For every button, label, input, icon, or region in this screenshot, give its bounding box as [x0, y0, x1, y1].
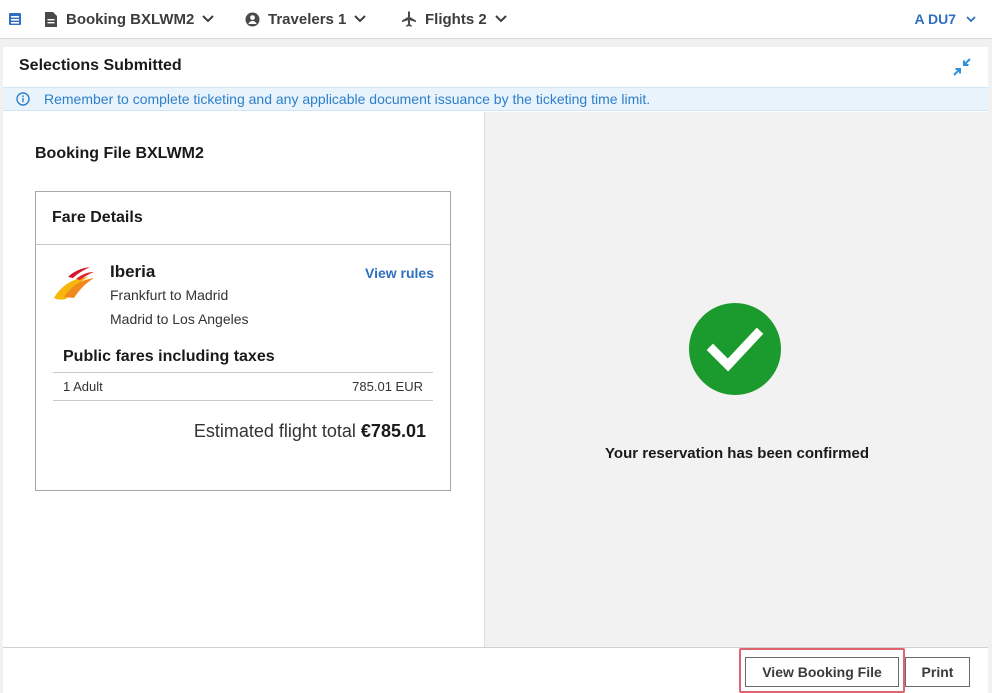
airline-logo	[54, 267, 94, 300]
chevron-down-icon	[202, 15, 215, 23]
info-banner: Remember to complete ticketing and any a…	[3, 87, 988, 111]
fare-amount: 785.01 EUR	[352, 379, 423, 394]
fares-heading: Public fares including taxes	[63, 348, 275, 365]
airline-name: Iberia	[110, 262, 156, 281]
nav-travelers[interactable]: Travelers 1	[245, 0, 367, 38]
chevron-down-icon	[966, 15, 976, 22]
chevron-down-icon	[494, 15, 507, 23]
fare-line: 1 Adult 785.01 EUR	[53, 372, 433, 401]
nav-agent-menu[interactable]: A DU7	[907, 0, 977, 38]
print-button[interactable]: Print	[905, 657, 970, 687]
estimated-total-label: Estimated flight total	[193, 421, 356, 441]
info-icon	[16, 92, 30, 106]
confirmation-message: Your reservation has been confirmed	[605, 445, 869, 462]
view-rules-link[interactable]: View rules	[365, 265, 434, 281]
chevron-down-icon	[354, 15, 367, 23]
document-icon	[45, 11, 57, 27]
nav-booking[interactable]: Booking BXLWM2	[44, 0, 215, 38]
confirmation-column: Your reservation has been confirmed	[484, 112, 988, 647]
panel-title: Selections Submitted	[19, 57, 182, 74]
route-segment: Madrid to Los Angeles	[110, 311, 249, 327]
route-segment: Frankfurt to Madrid	[110, 287, 229, 303]
collapse-icon[interactable]	[952, 57, 972, 77]
booking-file-title: Booking File BXLWM2	[35, 145, 204, 162]
booking-menu-icon[interactable]	[8, 11, 22, 27]
nav-booking-label: Booking BXLWM2	[66, 10, 195, 28]
fare-details-card: Fare Details Iberia Frankfurt to Madrid …	[35, 191, 451, 491]
booking-file-column: Booking File BXLWM2 Fare Details Iberia …	[3, 112, 484, 647]
estimated-total: Estimated flight total €785.01	[194, 421, 426, 442]
check-circle-icon	[689, 303, 781, 395]
panel-header: Selections Submitted	[3, 47, 988, 87]
nav-flights[interactable]: Flights 2	[401, 0, 507, 38]
agent-label: A DU7	[914, 11, 957, 27]
estimated-total-value: €785.01	[360, 421, 426, 441]
view-booking-file-button[interactable]: View Booking File	[745, 657, 899, 687]
plane-icon	[402, 11, 416, 27]
info-banner-text: Remember to complete ticketing and any a…	[44, 91, 651, 107]
nav-flights-label: Flights 2	[425, 10, 487, 28]
fare-passenger: 1 Adult	[63, 379, 103, 394]
person-icon	[245, 12, 260, 26]
top-navigation-bar: Booking BXLWM2 Travelers 1 Flights 2 A D…	[0, 0, 992, 39]
nav-travelers-label: Travelers 1	[268, 10, 347, 28]
fare-details-heading: Fare Details	[36, 192, 450, 245]
